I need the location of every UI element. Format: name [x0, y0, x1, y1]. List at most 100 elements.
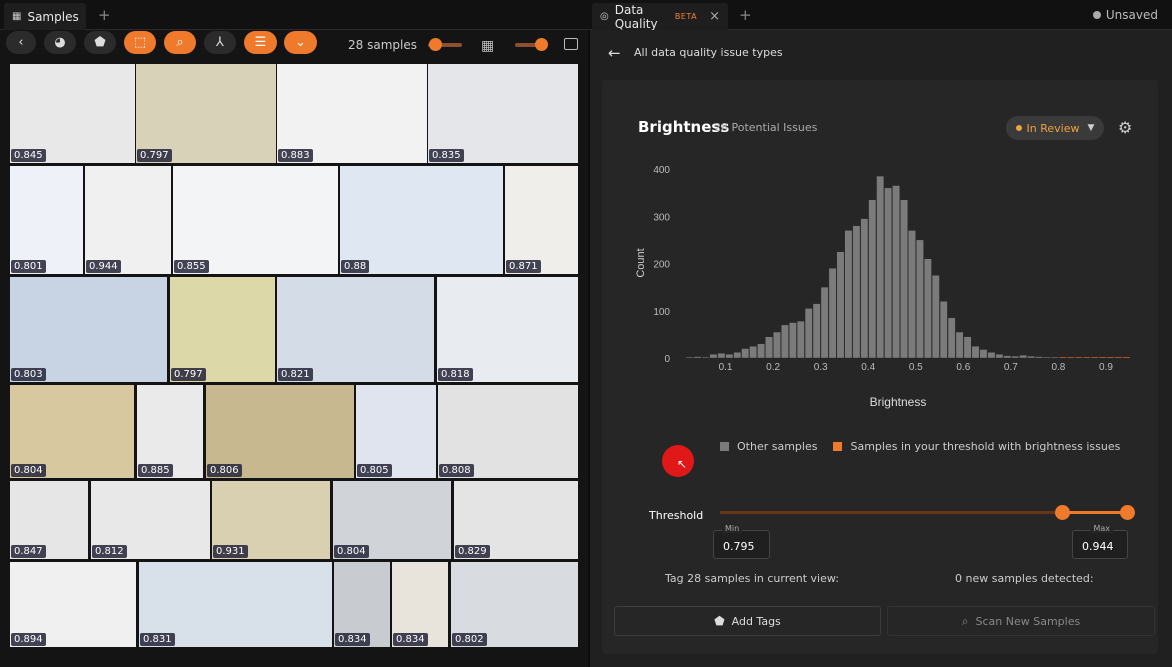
sample-tile[interactable]: 0.801: [10, 166, 83, 274]
histogram-bar: [844, 230, 853, 359]
sample-tile[interactable]: 0.883: [277, 64, 427, 163]
merge-button[interactable]: ⅄: [204, 31, 236, 54]
size-slider-handle[interactable]: [534, 38, 548, 51]
sample-score: 0.847: [11, 545, 46, 558]
histogram-bar: [955, 331, 964, 359]
sample-tile[interactable]: 0.812: [91, 481, 210, 559]
tag-button[interactable]: ⬟: [84, 31, 116, 54]
sample-tile[interactable]: 0.797: [170, 277, 275, 382]
histogram-bar: [685, 356, 694, 359]
back-arrow-icon[interactable]: ←: [608, 44, 621, 62]
sample-tile[interactable]: 0.821: [277, 277, 434, 382]
sample-tile[interactable]: 0.845: [10, 64, 135, 163]
sample-tile[interactable]: 0.847: [10, 481, 88, 559]
tab-data-quality[interactable]: ◎ Data Quality BETA ×: [592, 2, 728, 31]
sample-tile[interactable]: 0.834: [334, 562, 390, 647]
sample-tile[interactable]: 0.831: [139, 562, 332, 647]
sample-tile[interactable]: 0.855: [173, 166, 338, 274]
histogram-bar: [916, 239, 924, 359]
histogram-bar: [979, 349, 988, 359]
histogram-bar: [1051, 356, 1059, 359]
histogram-bar: [701, 356, 710, 359]
sample-tile[interactable]: 0.871: [505, 166, 578, 274]
threshold-min-handle[interactable]: [1055, 505, 1070, 520]
histogram-bar: [773, 331, 781, 359]
y-tick-label: 300: [653, 212, 670, 223]
sample-tile[interactable]: 0.818: [437, 277, 578, 382]
search-icon: ⌕: [961, 613, 969, 628]
tab-data-quality-label: Data Quality: [614, 2, 658, 31]
sidebar-toggle-icon[interactable]: [564, 38, 578, 50]
status-label: In Review: [1026, 121, 1080, 135]
sample-score: 0.818: [438, 368, 473, 381]
gear-icon[interactable]: ⚙: [1118, 118, 1132, 137]
threshold-min-field[interactable]: Min 0.795: [713, 524, 770, 559]
scan-new-samples-button[interactable]: ⌕ Scan New Samples: [887, 606, 1155, 636]
histogram-bar: [765, 336, 773, 359]
color-scheme-button[interactable]: ◕: [44, 31, 76, 54]
histogram-bar: [1122, 356, 1131, 359]
close-icon[interactable]: ×: [709, 9, 720, 24]
y-tick-label: 400: [653, 165, 670, 176]
sample-tile[interactable]: 0.931: [212, 481, 330, 559]
histogram-bar: [963, 336, 972, 359]
add-tab-plus-icon[interactable]: +: [98, 6, 111, 24]
sample-score: 0.797: [171, 368, 206, 381]
status-dropdown[interactable]: In Review ▼: [1006, 116, 1104, 140]
add-tags-button[interactable]: ⬟ Add Tags: [614, 606, 881, 636]
histogram-bar: [788, 322, 797, 359]
y-tick-label: 200: [653, 260, 670, 271]
list-view-button[interactable]: ☰: [244, 31, 277, 54]
sample-tile[interactable]: 0.894: [10, 562, 136, 647]
sample-score: 0.871: [506, 260, 541, 273]
back-button[interactable]: ‹: [6, 31, 36, 54]
threshold-max-handle[interactable]: [1120, 505, 1135, 520]
tag-icon: ⬟: [714, 614, 725, 628]
sample-score: 0.801: [11, 260, 46, 273]
sample-tile[interactable]: 0.803: [10, 277, 167, 382]
histogram-bar: [868, 199, 877, 359]
histogram-bar: [717, 353, 726, 359]
zoom-slider-handle[interactable]: [428, 38, 442, 51]
sample-tile[interactable]: 0.88: [340, 166, 503, 274]
histogram-bar: [1035, 356, 1043, 359]
histogram-bar: [947, 317, 956, 359]
histogram-bar: [709, 354, 718, 359]
histogram-bar: [733, 352, 742, 359]
sample-score: 0.894: [11, 633, 46, 646]
sample-tile[interactable]: 0.885: [137, 385, 203, 478]
sample-tile[interactable]: 0.835: [428, 64, 578, 163]
add-tab-plus-icon-right[interactable]: +: [739, 6, 752, 24]
status-dot-icon: [1015, 125, 1022, 131]
back-link[interactable]: All data quality issue types: [634, 46, 783, 59]
histogram-bar: [836, 251, 845, 359]
sample-tile[interactable]: 0.804: [333, 481, 451, 559]
options-dropdown-button[interactable]: ⌄: [284, 31, 317, 54]
sample-tile[interactable]: 0.806: [206, 385, 354, 478]
threshold-max-field[interactable]: Max 0.944: [1072, 524, 1128, 559]
crop-icon: ⬚: [133, 35, 147, 50]
histogram-bar: [757, 343, 765, 359]
issue-count: 28 Potential Issues: [714, 121, 818, 134]
sample-tile[interactable]: 0.944: [85, 166, 171, 274]
sample-tile[interactable]: 0.829: [454, 481, 578, 559]
sample-tile[interactable]: 0.808: [438, 385, 578, 478]
sample-tile[interactable]: 0.804: [10, 385, 134, 478]
sample-tile[interactable]: 0.797: [136, 64, 276, 163]
search-button[interactable]: ⌕: [164, 31, 196, 54]
sample-score: 0.806: [207, 464, 242, 477]
histogram-bar: [1090, 356, 1099, 359]
crop-button[interactable]: ⬚: [124, 31, 156, 54]
threshold-slider-range: [1062, 511, 1128, 514]
sample-tile[interactable]: 0.805: [356, 385, 436, 478]
legend-threshold: Samples in your threshold with brightnes…: [850, 440, 1121, 453]
grid-size-icon[interactable]: ▦: [481, 38, 494, 54]
chart-legend: Other samples Samples in your threshold …: [720, 440, 1120, 453]
histogram-bar: [828, 268, 837, 359]
sample-tile[interactable]: 0.802: [451, 562, 578, 647]
sample-tile[interactable]: 0.834: [392, 562, 448, 647]
x-tick-label: 0.6: [956, 362, 970, 373]
sample-score: 0.804: [334, 545, 369, 558]
x-tick-label: 0.7: [1004, 362, 1018, 373]
tab-samples[interactable]: ▦ Samples: [4, 3, 86, 30]
